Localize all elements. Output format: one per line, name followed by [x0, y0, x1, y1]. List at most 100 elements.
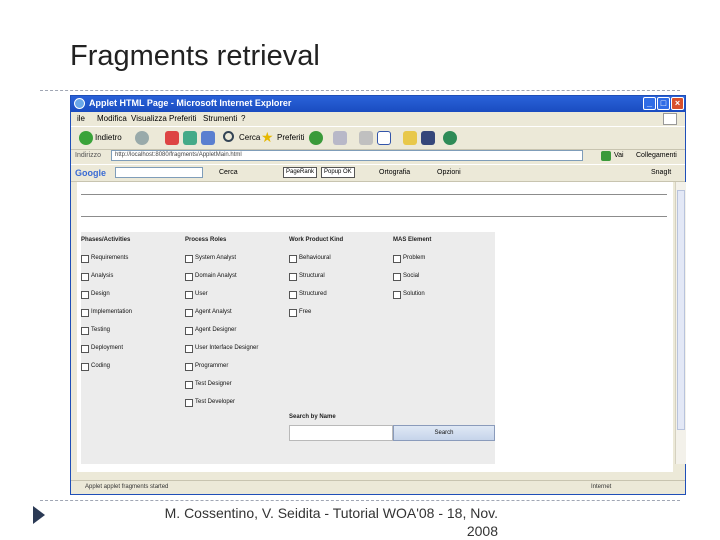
- column-header: Process Roles: [185, 237, 227, 243]
- checkbox-label: Programmer: [195, 363, 229, 369]
- checkbox-label: Structured: [299, 291, 327, 297]
- options-button[interactable]: Opzioni: [437, 169, 461, 176]
- favorites-star-icon[interactable]: ★: [261, 130, 275, 145]
- checkbox-label: Free: [299, 309, 312, 315]
- applet-panel: Phases/Activities Process Roles Work Pro…: [81, 232, 495, 464]
- menu-tools[interactable]: Strumenti: [203, 114, 237, 123]
- search-label[interactable]: Cerca: [239, 133, 260, 142]
- messenger-icon[interactable]: [443, 131, 457, 145]
- checkbox-label: Test Designer: [195, 381, 232, 387]
- close-button[interactable]: ×: [671, 97, 684, 110]
- checkbox[interactable]: [185, 363, 193, 371]
- checkbox[interactable]: [185, 255, 193, 263]
- checkbox[interactable]: [393, 273, 401, 281]
- home-icon[interactable]: [201, 131, 215, 145]
- column-header: MAS Element: [393, 237, 432, 243]
- folder-icon[interactable]: [403, 131, 417, 145]
- checkbox[interactable]: [81, 291, 89, 299]
- go-arrow-icon[interactable]: [601, 151, 611, 161]
- checkbox[interactable]: [185, 399, 193, 407]
- menu-file[interactable]: ile: [77, 114, 85, 123]
- footer: M. Cossentino, V. Seidita - Tutorial WOA…: [150, 504, 498, 540]
- checkbox-label: Requirements: [91, 255, 129, 261]
- checkbox-label: Deployment: [91, 345, 124, 351]
- refresh-icon[interactable]: [183, 131, 197, 145]
- checkbox[interactable]: [81, 273, 89, 281]
- address-bar: Indirizzo http://localhost:8080/fragment…: [71, 149, 685, 163]
- media-icon[interactable]: [309, 131, 323, 145]
- checkbox[interactable]: [185, 345, 193, 353]
- checkbox-label: Analysis: [91, 273, 114, 279]
- checkbox[interactable]: [185, 291, 193, 299]
- scrollbar-thumb[interactable]: [677, 190, 685, 430]
- checkbox-label: User: [195, 291, 208, 297]
- links-label[interactable]: Collegamenti: [636, 152, 677, 159]
- search-button[interactable]: Search: [393, 425, 495, 441]
- word-icon[interactable]: [377, 131, 391, 145]
- title-bar: Applet HTML Page - Microsoft Internet Ex…: [71, 96, 685, 112]
- separator-line: [81, 216, 667, 217]
- checkbox[interactable]: [185, 381, 193, 389]
- search-name-input[interactable]: [289, 425, 393, 441]
- address-label: Indirizzo: [75, 152, 102, 159]
- ie-icon: [74, 98, 85, 109]
- checkbox-label: System Analyst: [195, 255, 237, 261]
- checkbox-label: Structural: [299, 273, 325, 279]
- menu-help[interactable]: ?: [241, 114, 245, 123]
- checkbox[interactable]: [81, 309, 89, 317]
- google-toolbar: Google Cerca PageRank Popup OK Ortografi…: [71, 164, 685, 182]
- checkbox[interactable]: [185, 327, 193, 335]
- print-icon[interactable]: [359, 131, 373, 145]
- checkbox-label: Implementation: [91, 309, 133, 315]
- back-label[interactable]: Indietro: [95, 133, 122, 142]
- pagerank-button[interactable]: PageRank: [283, 167, 318, 178]
- checkbox-label: Test Developer: [195, 399, 236, 405]
- go-label[interactable]: Vai: [614, 152, 624, 159]
- popup-blocker-button[interactable]: Popup OK: [321, 167, 355, 178]
- back-arrow-icon[interactable]: [79, 131, 93, 145]
- spellcheck-button[interactable]: Ortografia: [379, 169, 410, 176]
- checkbox[interactable]: [393, 255, 401, 263]
- checkbox[interactable]: [185, 273, 193, 281]
- checkbox[interactable]: [289, 255, 297, 263]
- separator-line: [81, 194, 667, 195]
- checkbox[interactable]: [393, 291, 401, 299]
- checkbox[interactable]: [289, 309, 297, 317]
- checkbox[interactable]: [81, 255, 89, 263]
- forward-arrow-icon[interactable]: [135, 131, 149, 145]
- checkbox[interactable]: [289, 291, 297, 299]
- footer-line1: M. Cossentino, V. Seidita - Tutorial WOA…: [164, 505, 498, 521]
- checkbox-label: User Interface Designer: [195, 345, 259, 351]
- checkbox[interactable]: [81, 345, 89, 353]
- checkbox-label: Design: [91, 291, 110, 297]
- checkbox-label: Problem: [403, 255, 426, 261]
- checkbox[interactable]: [81, 363, 89, 371]
- internet-zone-label: Internet: [591, 484, 612, 490]
- snagit-button[interactable]: SnagIt: [651, 169, 671, 176]
- menu-favorites[interactable]: Preferiti: [169, 114, 197, 123]
- window-title: Applet HTML Page - Microsoft Internet Ex…: [89, 98, 292, 108]
- stop-icon[interactable]: [165, 131, 179, 145]
- checkbox[interactable]: [289, 273, 297, 281]
- menu-edit[interactable]: Modifica: [97, 114, 127, 123]
- checkbox-label: Agent Designer: [195, 327, 237, 333]
- favorites-label[interactable]: Preferiti: [277, 133, 305, 142]
- search-icon[interactable]: [223, 131, 234, 142]
- footer-line2: 2008: [466, 523, 498, 539]
- menu-bar: ile Modifica Visualizza Preferiti Strume…: [71, 112, 685, 125]
- address-field[interactable]: http://localhost:8080/fragments/AppletMa…: [111, 150, 583, 161]
- checkbox[interactable]: [185, 309, 193, 317]
- status-bar: Applet applet fragments started Internet: [71, 480, 685, 495]
- checkbox[interactable]: [81, 327, 89, 335]
- checkbox-label: Social: [403, 273, 420, 279]
- bookmark-icon[interactable]: [421, 131, 435, 145]
- menu-view[interactable]: Visualizza: [131, 114, 167, 123]
- column-header: Work Product Kind: [289, 237, 344, 243]
- google-search-field[interactable]: [115, 167, 203, 178]
- maximize-button[interactable]: □: [657, 97, 670, 110]
- google-search-button[interactable]: Cerca: [219, 169, 238, 176]
- bullet-arrow-icon: [33, 506, 45, 524]
- mail-icon[interactable]: [333, 131, 347, 145]
- minimize-button[interactable]: _: [643, 97, 656, 110]
- vertical-scrollbar[interactable]: [675, 182, 686, 464]
